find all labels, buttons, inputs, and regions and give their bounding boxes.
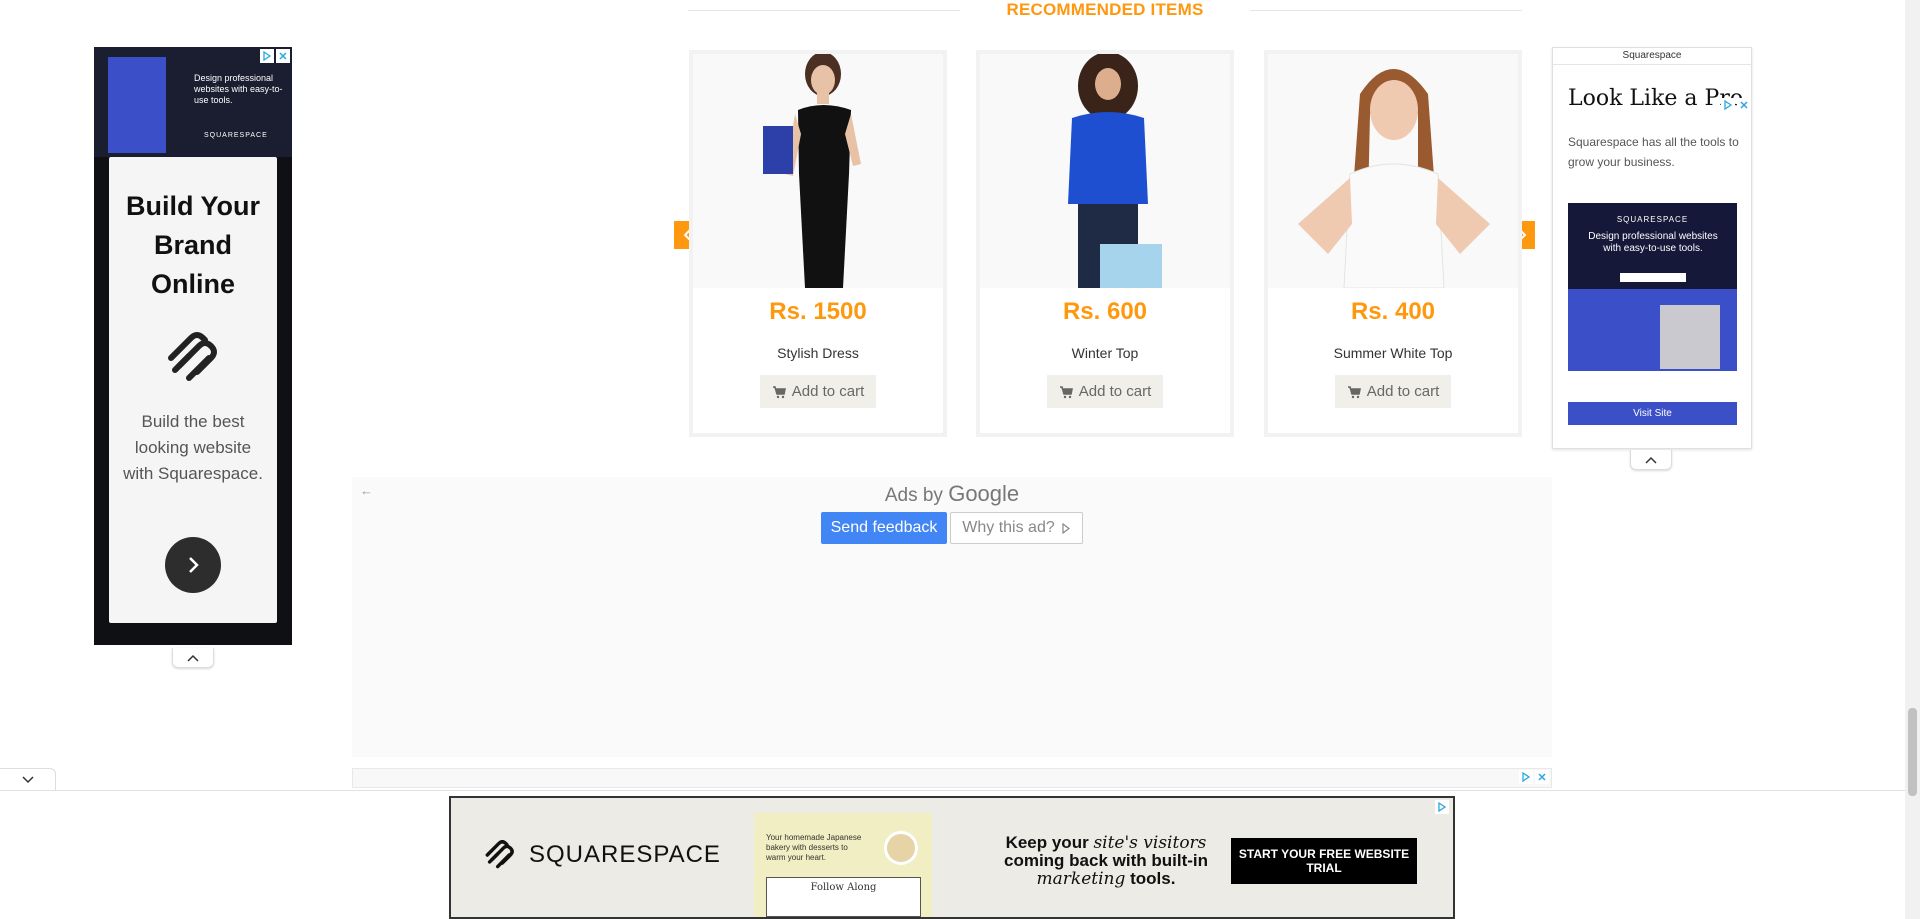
product-card: Rs. 1500 Stylish Dress Add to cart	[689, 50, 947, 437]
bottom-ad-copy-line2: coming back with built-in	[1004, 851, 1208, 870]
close-icon[interactable]	[1535, 770, 1549, 784]
right-ad-image-text: Design professional websites with easy-t…	[1588, 231, 1718, 254]
bottom-ad-copy-italic2: marketing	[1036, 869, 1126, 889]
bottom-ad-follow-box: Follow Along	[766, 877, 921, 917]
bottom-ad-mini-text: Your homemade Japanese bakery with desse…	[766, 833, 862, 862]
bottom-ad-screenshot: Your homemade Japanese bakery with desse…	[754, 813, 932, 917]
close-icon[interactable]	[1737, 98, 1751, 112]
left-side-ad[interactable]: Design professional websites with easy-t…	[94, 47, 292, 645]
bottom-ad-copy-line1: Keep your	[1005, 833, 1089, 852]
left-ad-next-button[interactable]	[165, 537, 221, 593]
right-ad-headline: Look Like a Pro	[1568, 86, 1744, 111]
close-icon[interactable]	[276, 49, 290, 63]
add-to-cart-button[interactable]: Add to cart	[760, 375, 876, 408]
bottom-anchor-ad[interactable]: SQUARESPACE Your homemade Japanese baker…	[449, 796, 1455, 919]
ad-choices-icon[interactable]	[1435, 800, 1449, 814]
page-scrollbar[interactable]	[1905, 0, 1920, 919]
scrollbar-thumb[interactable]	[1908, 708, 1917, 796]
google-ads-panel: ← Ads by Google Send feedback Why this a…	[352, 477, 1552, 757]
right-side-ad[interactable]: Squarespace Look Like a Pro Squarespace …	[1552, 47, 1752, 449]
right-ad-collapse-button[interactable]	[1630, 450, 1672, 470]
right-ad-brand: Squarespace	[1622, 50, 1682, 61]
product-name: Winter Top	[1071, 345, 1139, 361]
left-ad-collapse-button[interactable]	[172, 648, 214, 668]
chevron-right-icon	[189, 557, 199, 573]
strip-ad-choices[interactable]	[1519, 770, 1549, 784]
right-ad-image[interactable]: SQUARESPACE Design professional websites…	[1568, 203, 1737, 371]
cart-icon	[1347, 385, 1361, 398]
google-wordmark: Google	[948, 481, 1020, 506]
add-to-cart-label: Add to cart	[791, 383, 865, 400]
add-to-cart-label: Add to cart	[1366, 383, 1440, 400]
chevron-up-icon	[187, 654, 199, 662]
bottom-ad-copy: Keep your site's visitors coming back wi…	[976, 833, 1236, 889]
left-ad-choices[interactable]	[260, 49, 290, 63]
right-ad-image-logo: SQUARESPACE	[1616, 215, 1689, 224]
product-card: Rs. 600 Winter Top Add to cart	[976, 50, 1234, 437]
right-ad-choices[interactable]	[1721, 98, 1751, 112]
add-to-cart-button[interactable]: Add to cart	[1047, 375, 1163, 408]
ads-by-text: Ads by	[884, 485, 943, 506]
chevron-up-icon	[1645, 456, 1657, 464]
bottom-ad-copy-italic1: site's visitors	[1093, 833, 1207, 853]
product-name: Stylish Dress	[777, 345, 859, 361]
why-this-ad-button[interactable]: Why this ad?	[950, 512, 1083, 544]
cart-icon	[772, 385, 786, 398]
bottom-ad-logo-text: SQUARESPACE	[529, 841, 721, 868]
bottom-ad-dessert-image	[884, 831, 918, 865]
left-ad-banner-logo: SQUARESPACE	[204, 132, 268, 139]
product-image[interactable]	[1268, 54, 1518, 288]
left-ad-banner[interactable]: Design professional websites with easy-t…	[94, 47, 292, 157]
ad-slot-strip	[352, 768, 1552, 788]
ads-by-google-label: Ads by Google	[352, 481, 1552, 507]
bottom-ad-copy-line3: tools.	[1130, 869, 1176, 888]
ad-choices-icon[interactable]	[1519, 770, 1533, 784]
page-bottom-divider	[0, 790, 1905, 791]
cart-icon	[1059, 385, 1073, 398]
product-card: Rs. 400 Summer White Top Add to cart	[1264, 50, 1522, 437]
product-name: Summer White Top	[1333, 345, 1453, 361]
bottom-ad-toggle-button[interactable]	[0, 768, 56, 790]
squarespace-logo-icon	[485, 840, 514, 869]
product-price: Rs. 400	[1350, 298, 1436, 325]
right-ad-divider	[1553, 64, 1751, 65]
right-ad-description: Squarespace has all the tools to grow yo…	[1568, 135, 1739, 169]
play-outline-icon	[1062, 522, 1070, 534]
squarespace-logo-icon	[168, 332, 217, 381]
product-price: Rs. 1500	[769, 298, 867, 325]
add-to-cart-label: Add to cart	[1078, 383, 1152, 400]
product-price: Rs. 600	[1062, 298, 1148, 325]
why-this-ad-label: Why this ad?	[962, 519, 1055, 536]
recommended-title: RECOMMENDED ITEMS	[960, 0, 1250, 20]
product-image[interactable]	[693, 54, 943, 288]
ad-choices-icon[interactable]	[260, 49, 274, 63]
send-feedback-button[interactable]: Send feedback	[821, 512, 947, 544]
left-ad-body: Build the best looking website with Squa…	[123, 412, 263, 483]
left-ad-headline: Build Your Brand Online	[126, 191, 260, 299]
ad-choices-icon[interactable]	[1721, 98, 1735, 112]
left-ad-banner-image	[108, 57, 166, 153]
bottom-ad-logo: SQUARESPACE	[481, 840, 721, 870]
product-image[interactable]	[980, 54, 1230, 288]
right-ad-image-photo	[1660, 305, 1720, 369]
left-ad-banner-text: Design professional websites with easy-t…	[194, 73, 283, 105]
left-ad-card[interactable]: Build Your Brand Online Build the best l…	[109, 157, 277, 623]
add-to-cart-button[interactable]: Add to cart	[1335, 375, 1451, 408]
start-free-trial-button[interactable]: START YOUR FREE WEBSITE TRIAL	[1231, 838, 1417, 884]
right-ad-image-field	[1620, 273, 1686, 282]
chevron-down-icon	[21, 775, 34, 783]
visit-site-button[interactable]: Visit Site	[1568, 402, 1737, 425]
